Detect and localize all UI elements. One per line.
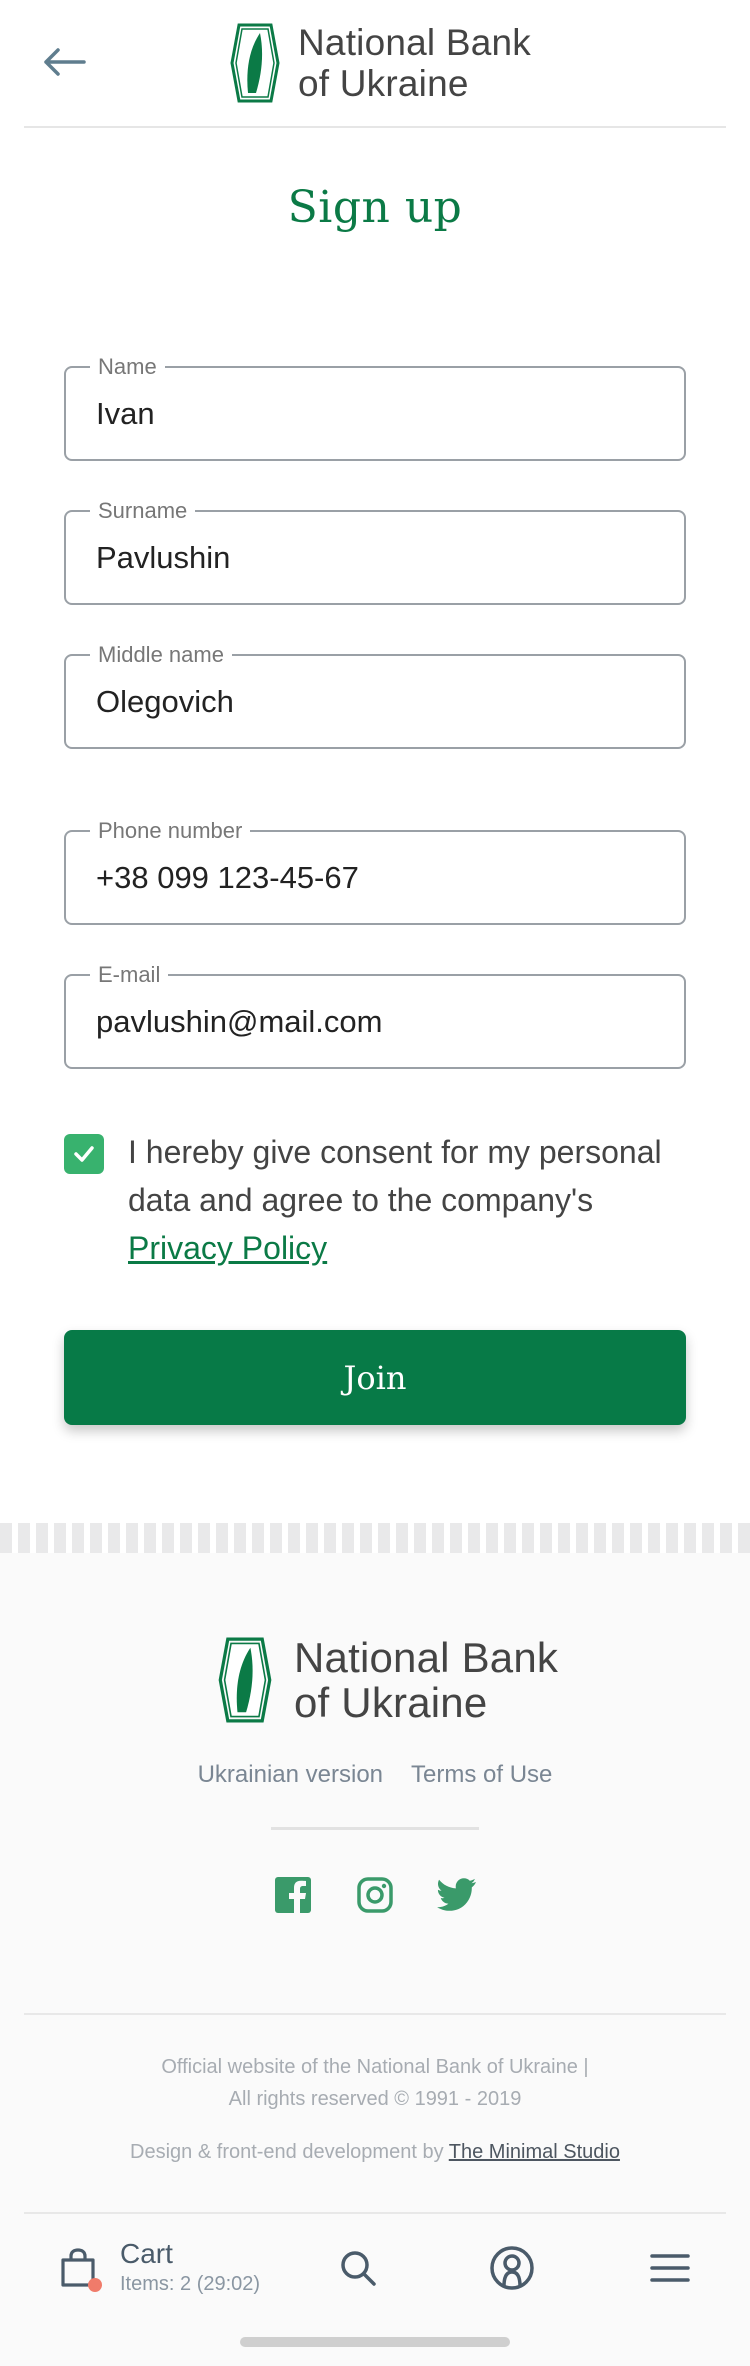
email-field[interactable]: E-mail	[64, 962, 686, 1069]
nbu-logo-icon	[230, 23, 280, 103]
name-input[interactable]	[96, 396, 656, 432]
middle-name-label: Middle name	[90, 642, 232, 668]
facebook-icon[interactable]	[273, 1875, 313, 1915]
consent-checkbox[interactable]	[64, 1134, 104, 1174]
legal-line2: All rights reserved © 1991 - 2019	[228, 2088, 522, 2110]
middle-name-input[interactable]	[96, 684, 656, 720]
check-icon	[74, 1146, 94, 1162]
profile-icon	[490, 2246, 534, 2290]
name-label: Name	[90, 354, 165, 380]
back-button[interactable]	[40, 38, 88, 86]
legal-line1: Official website of the National Bank of…	[161, 2056, 589, 2078]
nbu-logo-icon	[218, 1637, 272, 1723]
menu-button[interactable]	[646, 2244, 694, 2292]
footer-links: Ukrainian version Terms of Use	[0, 1761, 750, 1789]
terms-of-use-link[interactable]: Terms of Use	[411, 1761, 552, 1789]
surname-label: Surname	[90, 498, 196, 524]
cart-items-count: Items: 2 (29:02)	[120, 2273, 261, 2295]
cart-icon	[60, 2248, 102, 2292]
menu-icon	[650, 2254, 690, 2282]
header-logo[interactable]: National Bank of Ukraine	[230, 22, 531, 104]
bank-name-line2: of Ukraine	[298, 63, 469, 104]
studio-link[interactable]: The Minimal Studio	[449, 2141, 620, 2163]
footer-divider	[24, 2013, 726, 2015]
legal-text: Official website of the National Bank of…	[0, 2051, 750, 2115]
torn-separator	[0, 1523, 750, 1553]
privacy-policy-link[interactable]: Privacy Policy	[128, 1230, 327, 1266]
footer-bank-name-line2: of Ukraine	[294, 1679, 488, 1726]
bank-name: National Bank of Ukraine	[298, 22, 531, 104]
cart-badge	[88, 2278, 102, 2292]
header-divider	[24, 126, 726, 128]
social-links	[0, 1875, 750, 1915]
phone-label: Phone number	[90, 818, 251, 844]
home-indicator	[240, 2337, 510, 2347]
bank-name-line1: National Bank	[298, 22, 531, 63]
footer-logo[interactable]: National Bank of Ukraine	[218, 1635, 558, 1725]
footer-bank-name-line1: National Bank	[294, 1634, 559, 1681]
surname-input[interactable]	[96, 540, 656, 576]
bottom-nav-divider	[24, 2212, 726, 2214]
ukrainian-version-link[interactable]: Ukrainian version	[198, 1761, 383, 1789]
footer-bank-name: National Bank of Ukraine	[294, 1635, 558, 1725]
credit-text: Design & front-end development by The Mi…	[0, 2141, 750, 2164]
phone-input[interactable]	[96, 860, 656, 896]
search-icon	[341, 2251, 376, 2286]
credit-prefix: Design & front-end development by	[130, 2141, 444, 2163]
consent-label: I hereby give consent for my personal da…	[128, 1134, 662, 1218]
cart-button[interactable]: Cart Items: 2 (29:02)	[60, 2238, 260, 2298]
footer-short-divider	[271, 1827, 479, 1830]
phone-field[interactable]: Phone number	[64, 818, 686, 925]
profile-button[interactable]	[488, 2244, 536, 2292]
page-title: Sign up	[287, 182, 463, 233]
middle-name-field[interactable]: Middle name	[64, 642, 686, 749]
twitter-icon[interactable]	[437, 1875, 477, 1915]
email-input[interactable]	[96, 1004, 656, 1040]
header: National Bank of Ukraine	[0, 0, 750, 128]
search-button[interactable]	[334, 2244, 382, 2292]
instagram-icon[interactable]	[355, 1875, 395, 1915]
surname-field[interactable]: Surname	[64, 498, 686, 605]
cart-text: Cart Items: 2 (29:02)	[120, 2238, 260, 2298]
name-field[interactable]: Name	[64, 354, 686, 461]
arrow-left-icon	[44, 48, 86, 76]
email-label: E-mail	[90, 962, 169, 988]
join-button[interactable]: Join	[64, 1330, 686, 1425]
cart-label: Cart	[120, 2238, 173, 2269]
consent-text: I hereby give consent for my personal da…	[128, 1128, 688, 1272]
